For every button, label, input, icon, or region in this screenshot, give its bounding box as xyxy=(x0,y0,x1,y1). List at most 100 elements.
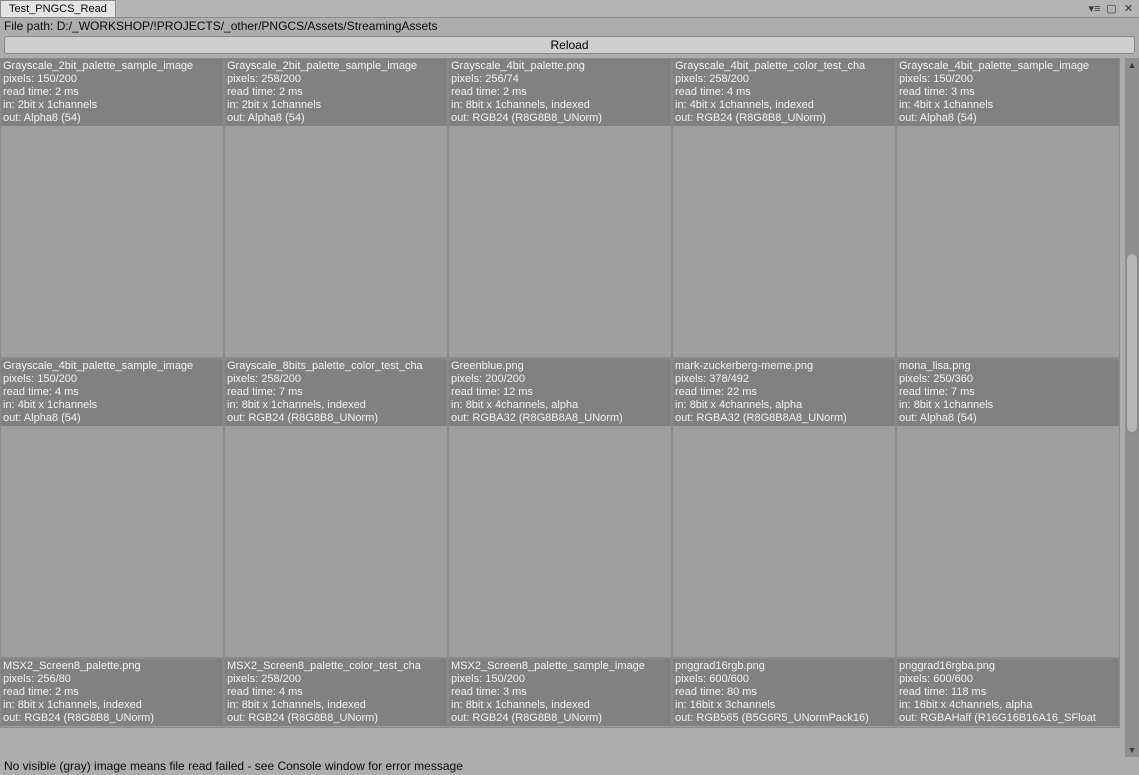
scrollbar-thumb[interactable] xyxy=(1126,253,1138,433)
thumbnail-cell[interactable]: MSX2_Screen8_palette_sample_image pixels… xyxy=(448,658,672,728)
pixels-label: pixels: 258/200 xyxy=(675,73,893,86)
out-label: out: RGB24 (R8G8B8_UNorm) xyxy=(451,712,669,725)
out-label: out: RGBAHalf (R16G16B16A16_SFloat xyxy=(899,712,1117,725)
file-name: Greenblue.png xyxy=(451,360,669,373)
in-label: in: 4bit x 1channels, indexed xyxy=(675,99,893,112)
in-label: in: 8bit x 1channels, indexed xyxy=(3,699,221,712)
readtime-label: read time: 12 ms xyxy=(451,386,669,399)
pixels-label: pixels: 258/200 xyxy=(227,73,445,86)
vertical-scrollbar[interactable]: ▲ ▼ xyxy=(1125,58,1139,757)
close-icon[interactable]: ✕ xyxy=(1122,2,1135,15)
thumbnail-cell[interactable]: MSX2_Screen8_palette.png pixels: 256/80 … xyxy=(0,658,224,728)
thumbnail-grid: Grayscale_2bit_palette_sample_image pixe… xyxy=(0,58,1125,728)
out-label: out: Alpha8 (54) xyxy=(899,112,1117,125)
readtime-label: read time: 7 ms xyxy=(899,386,1117,399)
scroll-down-icon[interactable]: ▼ xyxy=(1125,743,1139,757)
thumbnail-cell[interactable]: Grayscale_8bits_palette_color_test_cha p… xyxy=(224,358,448,658)
thumbnail-grid-scroll[interactable]: Grayscale_2bit_palette_sample_image pixe… xyxy=(0,58,1125,757)
in-label: in: 8bit x 1channels, indexed xyxy=(227,399,445,412)
thumbnail-overlay: mona_lisa.png pixels: 250/360 read time:… xyxy=(897,359,1119,426)
in-label: in: 2bit x 1channels xyxy=(227,99,445,112)
thumbnail-overlay: MSX2_Screen8_palette.png pixels: 256/80 … xyxy=(1,659,223,726)
file-name: Grayscale_2bit_palette_sample_image xyxy=(3,60,221,73)
out-label: out: RGB24 (R8G8B8_UNorm) xyxy=(3,712,221,725)
file-name: Grayscale_4bit_palette_sample_image xyxy=(899,60,1117,73)
thumbnail-cell[interactable]: pnggrad16rgb.png pixels: 600/600 read ti… xyxy=(672,658,896,728)
out-label: out: RGB565 (B5G6R5_UNormPack16) xyxy=(675,712,893,725)
thumbnail-overlay: Grayscale_4bit_palette.png pixels: 256/7… xyxy=(449,59,671,126)
file-name: MSX2_Screen8_palette.png xyxy=(3,660,221,673)
readtime-label: read time: 118 ms xyxy=(899,686,1117,699)
in-label: in: 8bit x 1channels, indexed xyxy=(227,699,445,712)
thumbnail-cell[interactable]: mona_lisa.png pixels: 250/360 read time:… xyxy=(896,358,1120,658)
thumbnail-cell[interactable]: mark-zuckerberg-meme.png pixels: 378/492… xyxy=(672,358,896,658)
thumbnail-image xyxy=(673,119,895,357)
thumbnail-cell[interactable]: Grayscale_4bit_palette.png pixels: 256/7… xyxy=(448,58,672,358)
file-name: Grayscale_2bit_palette_sample_image xyxy=(227,60,445,73)
file-name: MSX2_Screen8_palette_sample_image xyxy=(451,660,669,673)
out-label: out: RGB24 (R8G8B8_UNorm) xyxy=(451,112,669,125)
thumbnail-cell[interactable]: Grayscale_2bit_palette_sample_image pixe… xyxy=(224,58,448,358)
readtime-label: read time: 80 ms xyxy=(675,686,893,699)
readtime-label: read time: 4 ms xyxy=(3,386,221,399)
thumbnail-cell[interactable]: Greenblue.png pixels: 200/200 read time:… xyxy=(448,358,672,658)
in-label: in: 8bit x 1channels, indexed xyxy=(451,699,669,712)
readtime-label: read time: 2 ms xyxy=(451,86,669,99)
readtime-label: read time: 3 ms xyxy=(451,686,669,699)
in-label: in: 16bit x 3channels xyxy=(675,699,893,712)
thumbnail-overlay: Grayscale_4bit_palette_sample_image pixe… xyxy=(897,59,1119,126)
thumbnail-cell[interactable]: MSX2_Screen8_palette_color_test_cha pixe… xyxy=(224,658,448,728)
readtime-label: read time: 3 ms xyxy=(899,86,1117,99)
thumbnail-overlay: MSX2_Screen8_palette_color_test_cha pixe… xyxy=(225,659,447,726)
thumbnail-overlay: Grayscale_2bit_palette_sample_image pixe… xyxy=(225,59,447,126)
window-tab-label: Test_PNGCS_Read xyxy=(9,3,107,15)
out-label: out: Alpha8 (54) xyxy=(227,112,445,125)
toolbar: Reload xyxy=(0,34,1139,58)
readtime-label: read time: 4 ms xyxy=(227,686,445,699)
readtime-label: read time: 22 ms xyxy=(675,386,893,399)
title-bar: Test_PNGCS_Read ▾≡ ▢ ✕ xyxy=(0,0,1139,18)
out-label: out: RGBA32 (R8G8B8A8_UNorm) xyxy=(675,412,893,425)
out-label: out: Alpha8 (54) xyxy=(899,412,1117,425)
thumbnail-cell[interactable]: Grayscale_4bit_palette_color_test_cha pi… xyxy=(672,58,896,358)
thumbnail-overlay: Greenblue.png pixels: 200/200 read time:… xyxy=(449,359,671,426)
thumbnail-overlay: MSX2_Screen8_palette_sample_image pixels… xyxy=(449,659,671,726)
out-label: out: RGB24 (R8G8B8_UNorm) xyxy=(675,112,893,125)
file-name: pnggrad16rgb.png xyxy=(675,660,893,673)
out-label: out: RGB24 (R8G8B8_UNorm) xyxy=(227,412,445,425)
in-label: in: 8bit x 1channels xyxy=(899,399,1117,412)
thumbnail-overlay: Grayscale_4bit_palette_sample_image pixe… xyxy=(1,359,223,426)
pixels-label: pixels: 150/200 xyxy=(3,373,221,386)
readtime-label: read time: 2 ms xyxy=(3,686,221,699)
thumbnail-cell[interactable]: Grayscale_2bit_palette_sample_image pixe… xyxy=(0,58,224,358)
pixels-label: pixels: 256/80 xyxy=(3,673,221,686)
reload-button[interactable]: Reload xyxy=(4,36,1135,54)
thumbnail-overlay: Grayscale_4bit_palette_color_test_cha pi… xyxy=(673,59,895,126)
pixels-label: pixels: 250/360 xyxy=(899,373,1117,386)
in-label: in: 8bit x 4channels, alpha xyxy=(675,399,893,412)
thumbnail-overlay: Grayscale_8bits_palette_color_test_cha p… xyxy=(225,359,447,426)
thumbnail-cell[interactable]: pnggrad16rgba.png pixels: 600/600 read t… xyxy=(896,658,1120,728)
file-name: MSX2_Screen8_palette_color_test_cha xyxy=(227,660,445,673)
window-tab[interactable]: Test_PNGCS_Read xyxy=(0,0,116,17)
in-label: in: 2bit x 1channels xyxy=(3,99,221,112)
dock-icon[interactable]: ▾≡ xyxy=(1088,2,1101,15)
readtime-label: read time: 2 ms xyxy=(227,86,445,99)
file-name: Grayscale_4bit_palette_sample_image xyxy=(3,360,221,373)
pixels-label: pixels: 600/600 xyxy=(899,673,1117,686)
pixels-label: pixels: 256/74 xyxy=(451,73,669,86)
pixels-label: pixels: 150/200 xyxy=(451,673,669,686)
pixels-label: pixels: 150/200 xyxy=(3,73,221,86)
in-label: in: 16bit x 4channels, alpha xyxy=(899,699,1117,712)
pixels-label: pixels: 378/492 xyxy=(675,373,893,386)
readtime-label: read time: 7 ms xyxy=(227,386,445,399)
pixels-label: pixels: 200/200 xyxy=(451,373,669,386)
pixels-label: pixels: 150/200 xyxy=(899,73,1117,86)
scroll-up-icon[interactable]: ▲ xyxy=(1125,58,1139,72)
file-name: pnggrad16rgba.png xyxy=(899,660,1117,673)
minimize-icon[interactable]: ▢ xyxy=(1105,2,1118,15)
thumbnail-cell[interactable]: Grayscale_4bit_palette_sample_image pixe… xyxy=(0,358,224,658)
thumbnail-overlay: mark-zuckerberg-meme.png pixels: 378/492… xyxy=(673,359,895,426)
thumbnail-overlay: Grayscale_2bit_palette_sample_image pixe… xyxy=(1,59,223,126)
thumbnail-cell[interactable]: Grayscale_4bit_palette_sample_image pixe… xyxy=(896,58,1120,358)
